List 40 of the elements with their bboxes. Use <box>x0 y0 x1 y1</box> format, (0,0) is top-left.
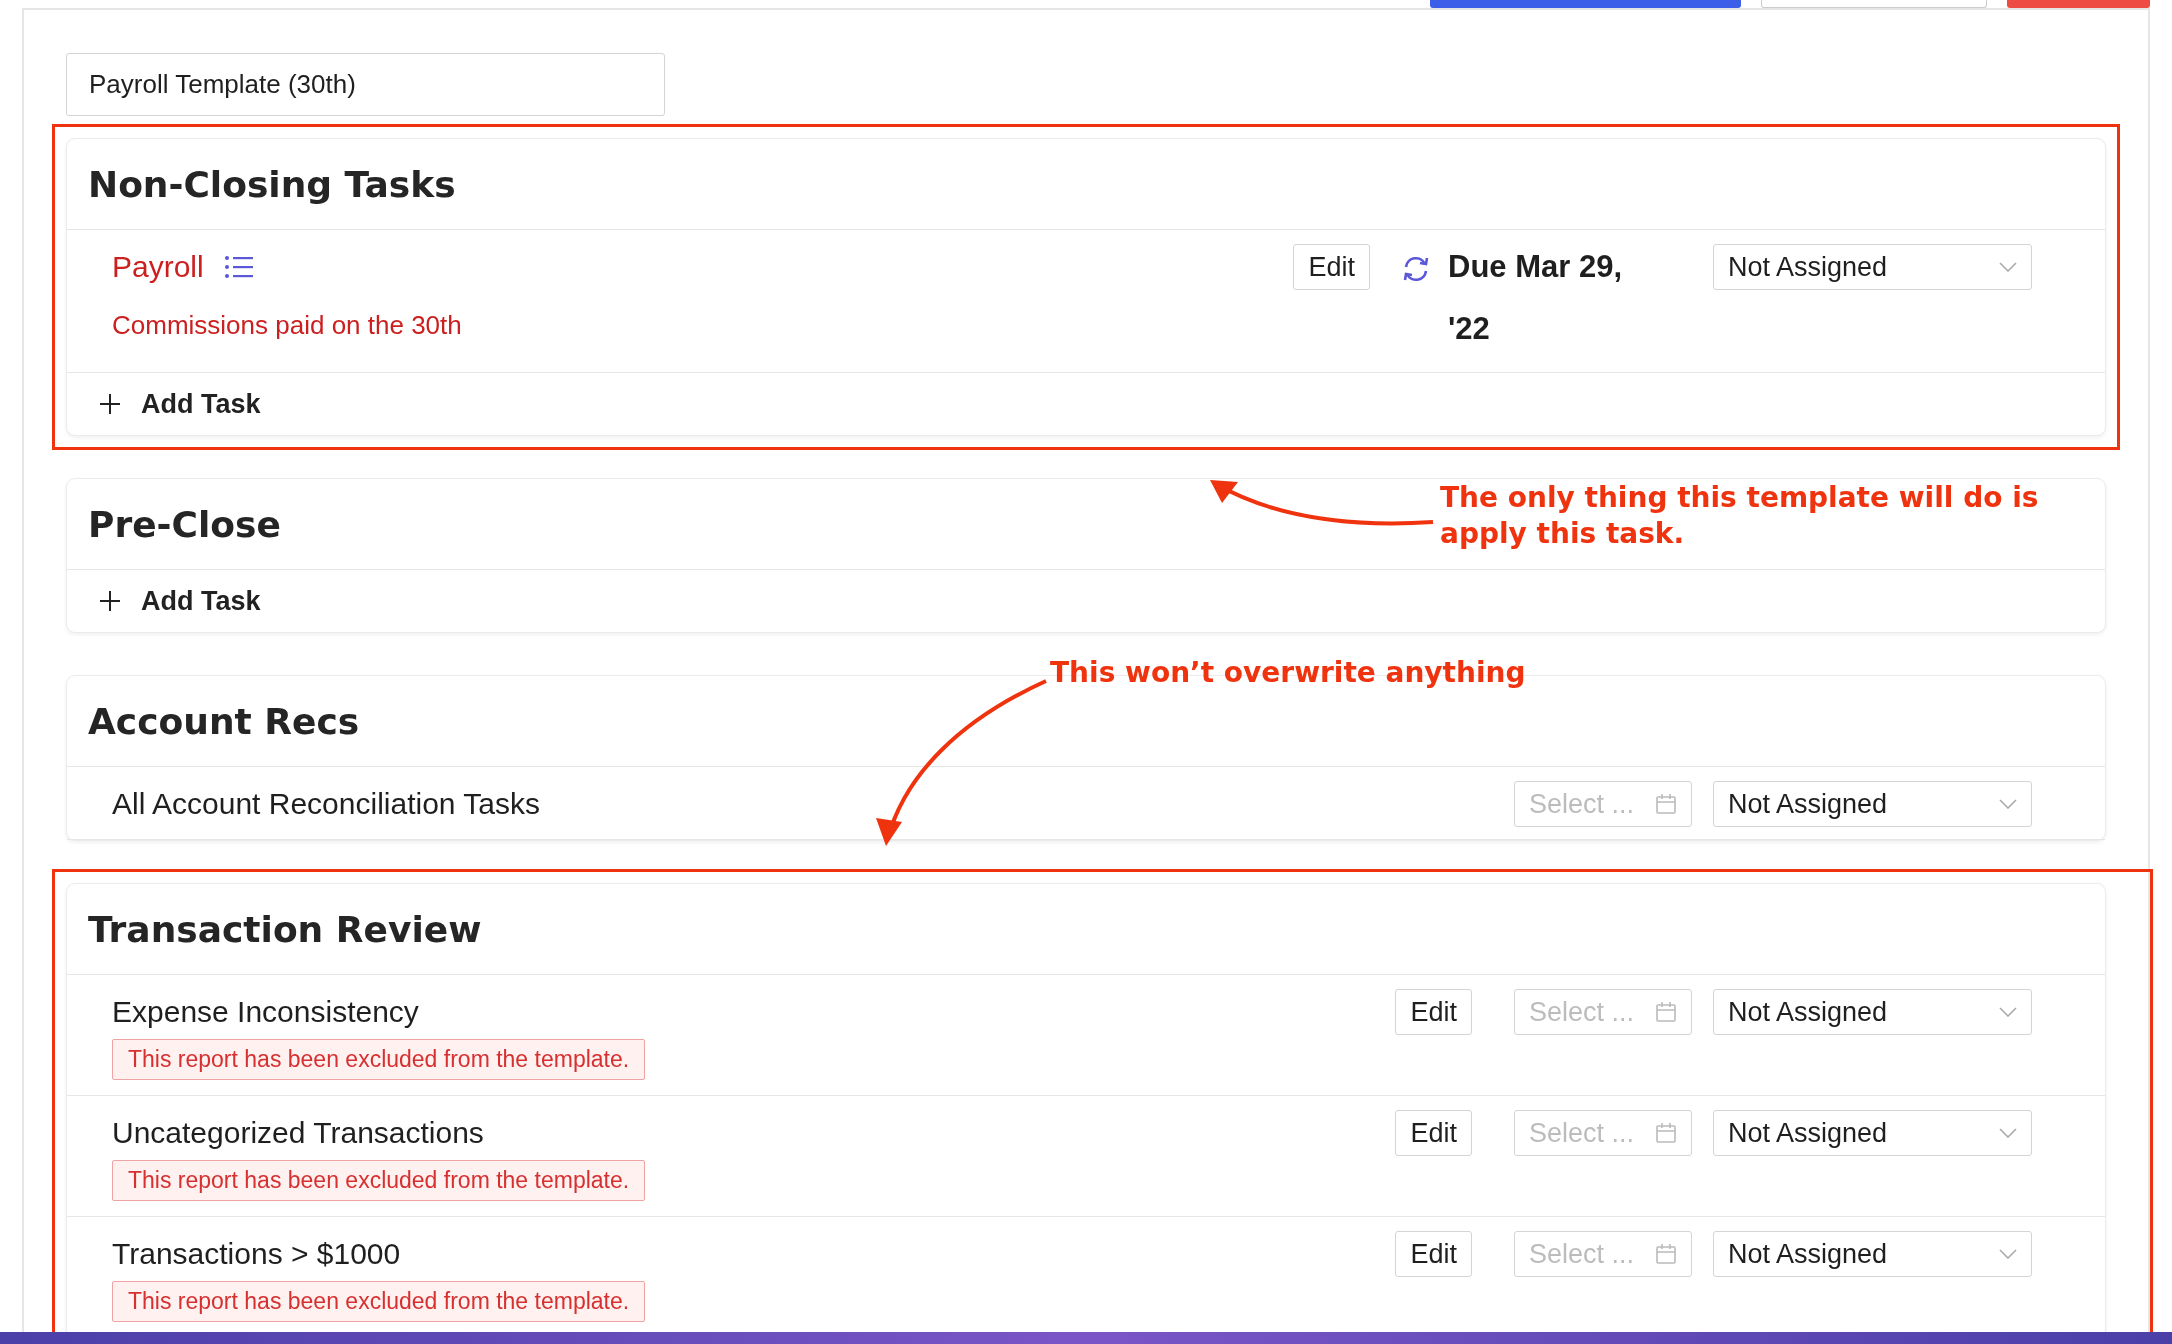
plus-icon <box>99 590 121 612</box>
section-title: Non-Closing Tasks <box>88 163 456 205</box>
chevron-down-icon <box>1999 799 2017 809</box>
add-task-button[interactable]: Add Task <box>67 570 293 632</box>
plus-icon <box>99 393 121 415</box>
chevron-down-icon <box>1999 1249 2017 1259</box>
add-task-button[interactable]: Add Task <box>67 373 293 435</box>
edit-button[interactable]: Edit <box>1395 989 1472 1035</box>
calendar-icon <box>1655 1122 1677 1144</box>
excluded-notice: This report has been excluded from the template. <box>112 1160 646 1201</box>
task-description: Commissions paid on the 30th <box>112 310 463 341</box>
section-title: Account Recs <box>88 700 360 742</box>
chevron-down-icon <box>1999 1007 2017 1017</box>
template-name-field[interactable]: Payroll Template (30th) <box>66 53 665 116</box>
edit-button[interactable]: Edit <box>1395 1110 1472 1156</box>
assignee-dropdown[interactable]: Not Assigned <box>1713 244 2032 290</box>
excluded-notice: This report has been excluded from the template. <box>112 1039 646 1080</box>
calendar-icon <box>1655 1001 1677 1023</box>
task-name: Transactions > $1000 <box>112 1236 402 1272</box>
task-name[interactable]: Payroll <box>112 244 204 290</box>
excluded-notice: This report has been excluded from the template. <box>112 1281 646 1322</box>
calendar-icon <box>1655 793 1677 815</box>
edit-button[interactable]: Edit <box>1293 244 1370 290</box>
chevron-down-icon <box>1999 1128 2017 1138</box>
list-icon[interactable] <box>223 254 254 280</box>
section-title: Pre-Close <box>88 503 281 545</box>
assignee-dropdown[interactable]: Not Assigned <box>1713 1110 2032 1156</box>
assignee-dropdown[interactable]: Not Assigned <box>1713 989 2032 1035</box>
chevron-down-icon <box>1999 262 2017 272</box>
task-name: Uncategorized Transactions <box>112 1115 485 1151</box>
edit-button[interactable]: Edit <box>1395 1231 1472 1277</box>
assignee-dropdown[interactable]: Not Assigned <box>1713 781 2032 827</box>
due-date: Due Mar 29, '22 <box>1448 248 1623 348</box>
calendar-icon <box>1655 1243 1677 1265</box>
annotation-text: The only thing this template will do is apply this task. <box>1440 480 2040 552</box>
annotation-text: This won’t overwrite anything <box>1050 655 1527 691</box>
task-name: Expense Inconsistency <box>112 994 420 1030</box>
assignee-dropdown[interactable]: Not Assigned <box>1713 1231 2032 1277</box>
section-title: Transaction Review <box>88 908 482 950</box>
task-name: All Account Reconciliation Tasks <box>112 786 541 822</box>
